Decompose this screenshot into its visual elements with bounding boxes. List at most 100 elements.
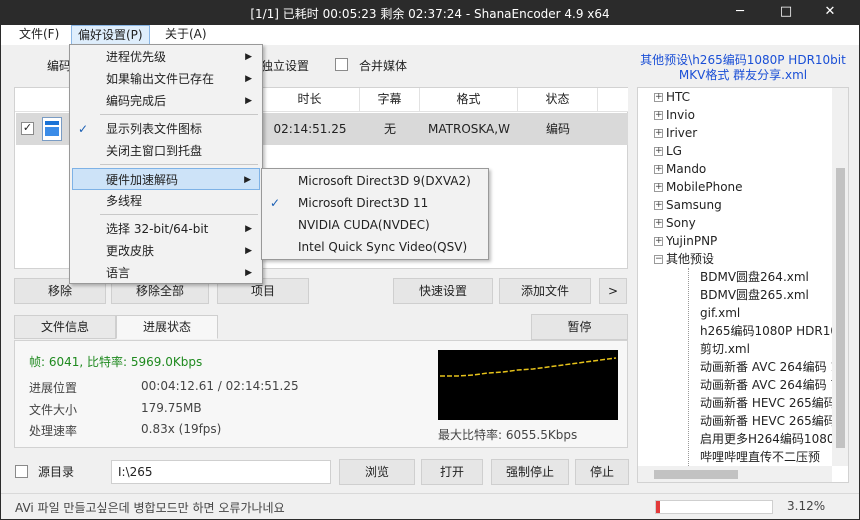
menu-dxva2[interactable]: Microsoft Direct3D 9(DXVA2) (264, 170, 486, 192)
tree-item[interactable]: + HTC (654, 88, 691, 106)
tab-file-info[interactable]: 文件信息 (14, 315, 116, 339)
menu-item-label: 编码完成后 (106, 94, 167, 108)
row-checkbox[interactable]: ✓ (21, 122, 34, 135)
menu-item-label: 进程优先级 (106, 50, 167, 64)
preset-path-line1: 其他预设\h265编码1080P HDR10bit (640, 53, 846, 67)
menu-if-output-exists[interactable]: 如果输出文件已存在 ▶ (72, 68, 260, 90)
menu-preferences[interactable]: 偏好设置(P) (71, 25, 150, 45)
tree-item[interactable]: + Sony (654, 214, 696, 232)
source-dir-checkbox[interactable] (15, 465, 28, 478)
open-button[interactable]: 打开 (421, 459, 483, 485)
tree-item-label: HTC (666, 90, 691, 104)
tab-progress[interactable]: 进展状态 (116, 315, 218, 339)
menu-show-file-icons[interactable]: ✓ 显示列表文件图标 (72, 118, 260, 140)
tree-child[interactable]: 剪切.xml (700, 340, 750, 358)
menu-select-bitness[interactable]: 选择 32-bit/64-bit ▶ (72, 218, 260, 240)
tree-item[interactable]: + YujinPNP (654, 232, 717, 250)
source-dir-label: 源目录 (38, 465, 75, 479)
browse-button[interactable]: 浏览 (339, 459, 415, 485)
menu-multithread[interactable]: 多线程 (72, 190, 260, 212)
expand-icon[interactable]: + (654, 183, 663, 192)
menu-after-encode[interactable]: 编码完成后 ▶ (72, 90, 260, 112)
tree-child[interactable]: BDMV圆盘264.xml (700, 268, 809, 286)
tree-item-expanded[interactable]: − 其他预设 (654, 250, 714, 268)
menu-nvdec[interactable]: NVIDIA CUDA(NVDEC) (264, 214, 486, 236)
status-bar: AVi 파일 만들고싶은데 병합모드만 하면 오류가나네요 3.12% (1, 493, 859, 519)
column-header-subtitle[interactable]: 字幕 (360, 88, 420, 112)
tree-child[interactable]: 启用更多H264编码1080 (700, 430, 834, 448)
more-button[interactable]: > (599, 278, 627, 304)
column-header-format[interactable]: 格式 (420, 88, 518, 112)
expand-icon[interactable]: + (654, 237, 663, 246)
menu-file[interactable]: 文件(F) (13, 25, 65, 45)
tree-item[interactable]: + Mando (654, 160, 706, 178)
tree-item-label: Samsung (666, 198, 722, 212)
column-header-status[interactable]: 状态 (518, 88, 598, 112)
menu-item-label: Microsoft Direct3D 9(DXVA2) (298, 174, 471, 188)
expand-icon[interactable]: + (654, 147, 663, 156)
collapse-icon[interactable]: − (654, 255, 663, 264)
minimize-button[interactable]: ─ (723, 1, 757, 25)
expand-icon[interactable]: + (654, 165, 663, 174)
menu-qsv[interactable]: Intel Quick Sync Video(QSV) (264, 236, 486, 258)
expand-icon[interactable]: + (654, 219, 663, 228)
independent-settings-label[interactable]: 独立设置 (261, 57, 309, 74)
quick-settings-button[interactable]: 快速设置 (393, 278, 493, 304)
submenu-arrow-icon: ▶ (245, 268, 252, 278)
menu-change-skin[interactable]: 更改皮肤 ▶ (72, 240, 260, 262)
close-button[interactable]: ✕ (813, 1, 847, 25)
column-header-spacer (598, 88, 628, 112)
submenu-arrow-icon: ▶ (244, 175, 251, 185)
tree-item[interactable]: + Iriver (654, 124, 697, 142)
expand-icon[interactable]: + (654, 201, 663, 210)
merge-media-checkbox[interactable] (335, 58, 348, 71)
expand-icon[interactable]: + (654, 129, 663, 138)
preset-tree[interactable]: + HTC + Invio + Iriver + LG + Mando + MobilePh… (637, 87, 849, 483)
tree-hscroll-thumb[interactable] (654, 470, 738, 479)
tree-item[interactable]: + Invio (654, 106, 695, 124)
expand-icon[interactable]: + (654, 93, 663, 102)
file-size-label: 文件大小 (29, 403, 78, 417)
tree-child[interactable]: h265编码1080P HDR10bit (700, 322, 848, 340)
tree-child[interactable]: 动画新番 AVC 264编码 1 (700, 358, 838, 376)
tree-child[interactable]: 动画新番 HEVC 265编码 (700, 412, 836, 430)
tree-item[interactable]: + Samsung (654, 196, 722, 214)
menu-separator (100, 214, 258, 215)
add-file-button[interactable]: 添加文件 (499, 278, 591, 304)
force-stop-button[interactable]: 强制停止 (491, 459, 569, 485)
stop-button[interactable]: 停止 (575, 459, 629, 485)
tree-item-label: Sony (666, 216, 696, 230)
column-header-duration[interactable]: 时长 (260, 88, 360, 112)
menu-about[interactable]: 关于(A) (159, 25, 213, 45)
merge-media-label: 合并媒体 (359, 59, 408, 73)
expand-icon[interactable]: + (654, 111, 663, 120)
tree-horizontal-scrollbar[interactable] (638, 466, 832, 482)
row-format: MATROSKA,W (428, 122, 510, 136)
output-path-input[interactable]: I:\265 (111, 460, 331, 484)
menu-item-label: 显示列表文件图标 (106, 122, 203, 136)
pause-button[interactable]: 暂停 (531, 314, 628, 340)
tree-scroll-thumb[interactable] (836, 168, 845, 448)
tree-child[interactable]: 动画新番 AVC 264编码 7 (700, 376, 838, 394)
tree-child[interactable]: 哔哩哔哩直传不二压预 (700, 448, 820, 466)
menu-language[interactable]: 语言 ▶ (72, 262, 260, 284)
tree-item[interactable]: + MobilePhone (654, 178, 743, 196)
menu-close-to-tray[interactable]: 关闭主窗口到托盘 (72, 140, 260, 162)
submenu-arrow-icon: ▶ (245, 224, 252, 234)
tree-child[interactable]: 动画新番 HEVC 265编码 (700, 394, 836, 412)
menu-d3d11[interactable]: ✓ Microsoft Direct3D 11 (264, 192, 486, 214)
tree-item[interactable]: + LG (654, 142, 682, 160)
speed-value: 0.83x (19fps) (141, 422, 222, 436)
menu-item-label: NVIDIA CUDA(NVDEC) (298, 218, 430, 232)
tree-child[interactable]: gif.xml (700, 304, 740, 322)
tree-child[interactable]: BDMV圆盘265.xml (700, 286, 809, 304)
menu-item-label: 关闭主窗口到托盘 (106, 144, 203, 158)
menu-hw-decode[interactable]: 硬件加速解码 ▶ (72, 168, 260, 190)
frames-bitrate-text: 帧: 6041, 比特率: 5969.0Kbps (29, 355, 203, 369)
encode-label[interactable]: 编码 (47, 57, 71, 74)
preferences-menu: 进程优先级 ▶ 如果输出文件已存在 ▶ 编码完成后 ▶ ✓ 显示列表文件图标 关… (69, 44, 263, 284)
status-message: AVi 파일 만들고싶은데 병합모드만 하면 오류가나네요 (15, 501, 285, 515)
tree-vertical-scrollbar[interactable] (832, 88, 848, 466)
menu-process-priority[interactable]: 进程优先级 ▶ (72, 46, 260, 68)
maximize-button[interactable]: □ (769, 1, 803, 25)
